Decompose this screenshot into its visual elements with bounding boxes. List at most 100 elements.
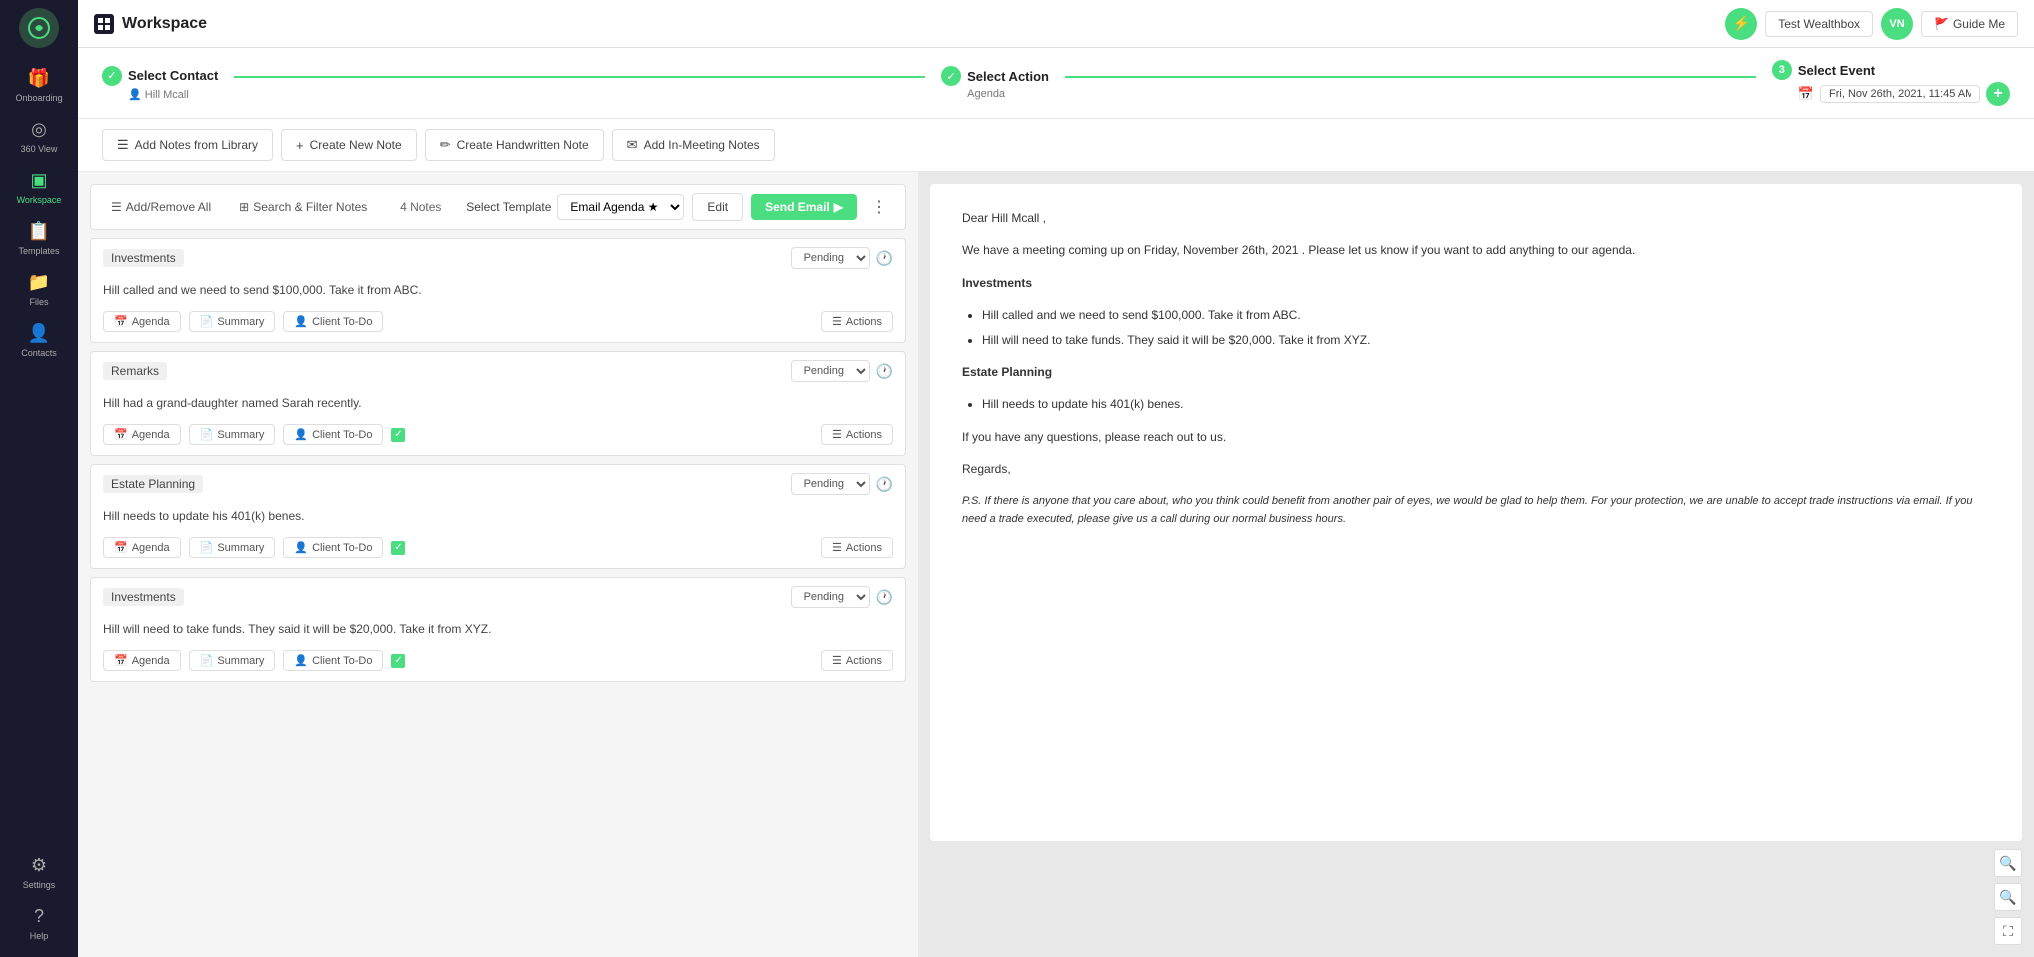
note-status-dropdown[interactable]: Pending (791, 247, 870, 269)
note-body: Hill had a grand-daughter named Sarah re… (91, 390, 905, 420)
note-status-area: Pending 🕐 (791, 360, 893, 382)
summary-label: Summary (217, 429, 264, 441)
user-avatar[interactable]: VN (1881, 8, 1913, 40)
create-new-label: Create New Note (310, 138, 402, 152)
create-handwritten-note-button[interactable]: ✏ Create Handwritten Note (425, 129, 604, 161)
clock-icon[interactable]: 🕐 (876, 476, 893, 493)
tag-summary-button[interactable]: 📄 Summary (189, 537, 276, 558)
tag-client-todo-button[interactable]: 👤 Client To-Do (283, 311, 383, 332)
tag-agenda-button[interactable]: 📅 Agenda (103, 311, 181, 332)
sidebar-item-settings[interactable]: ⚙ Settings (0, 847, 78, 898)
add-notes-library-button[interactable]: ☰ Add Notes from Library (102, 129, 273, 161)
arrow-icon: ▶ (834, 200, 843, 214)
template-select: Select Template Email Agenda ★ (466, 194, 684, 220)
test-wealthbox-button[interactable]: Test Wealthbox (1765, 11, 1873, 37)
contacts-icon: 👤 (28, 323, 50, 344)
note-status-dropdown[interactable]: Pending (791, 360, 870, 382)
fullscreen-button[interactable]: ⛶ (1994, 917, 2022, 945)
guide-me-button[interactable]: 🚩 Guide Me (1921, 11, 2018, 37)
settings-icon: ⚙ (31, 855, 47, 876)
templates-icon: 📋 (28, 221, 50, 242)
tag-agenda-button[interactable]: 📅 Agenda (103, 537, 181, 558)
sidebar-logo[interactable] (19, 8, 59, 48)
notification-avatar[interactable]: ⚡ (1725, 8, 1757, 40)
tag-summary-button[interactable]: 📄 Summary (189, 650, 276, 671)
edit-button[interactable]: Edit (692, 193, 743, 221)
add-event-button[interactable]: + (1986, 82, 2010, 106)
note-checkbox[interactable]: ✓ (391, 654, 405, 668)
sidebar-item-label: Settings (23, 880, 56, 890)
sidebar-item-templates[interactable]: 📋 Templates (0, 213, 78, 264)
user-initials: VN (1889, 18, 1904, 30)
summary-label: Summary (217, 542, 264, 554)
note-body: Hill called and we need to send $100,000… (91, 277, 905, 307)
files-icon: 📁 (28, 272, 50, 293)
add-meeting-notes-button[interactable]: ✉ Add In-Meeting Notes (612, 129, 775, 161)
create-new-note-button[interactable]: + Create New Note (281, 129, 417, 161)
step-line-1 (234, 76, 925, 78)
app-logo (94, 14, 114, 34)
sidebar-item-files[interactable]: 📁 Files (0, 264, 78, 315)
clock-icon[interactable]: 🕐 (876, 250, 893, 267)
360view-icon: ◎ (31, 119, 47, 140)
note-card-header: Investments Pending 🕐 (91, 239, 905, 277)
sidebar-item-360view[interactable]: ◎ 360 View (0, 111, 78, 162)
note-card: Investments Pending 🕐 Hill will need to … (90, 577, 906, 682)
sidebar-item-contacts[interactable]: 👤 Contacts (0, 315, 78, 366)
note-tags: 📅 Agenda 📄 Summary 👤 Client To-Do (91, 646, 905, 681)
clock-icon[interactable]: 🕐 (876, 589, 893, 606)
tag-agenda-button[interactable]: 📅 Agenda (103, 424, 181, 445)
sidebar-item-label: Onboarding (15, 93, 62, 103)
add-remove-all-button[interactable]: ☰ Add/Remove All (103, 196, 219, 218)
summary-tag-icon: 📄 (200, 315, 214, 328)
tag-summary-button[interactable]: 📄 Summary (189, 424, 276, 445)
note-card: Estate Planning Pending 🕐 Hill needs to … (90, 464, 906, 569)
send-email-button[interactable]: Send Email ▶ (751, 194, 857, 220)
sidebar-item-help[interactable]: ? Help (0, 898, 78, 949)
note-checkbox[interactable]: ✓ (391, 541, 405, 555)
note-status-dropdown[interactable]: Pending (791, 586, 870, 608)
note-card: Remarks Pending 🕐 Hill had a grand-daugh… (90, 351, 906, 456)
sidebar: 🎁 Onboarding ◎ 360 View ▣ Workspace 📋 Te… (0, 0, 78, 957)
note-tags: 📅 Agenda 📄 Summary 👤 Client To-Do (91, 533, 905, 568)
topbar-right: ⚡ Test Wealthbox VN 🚩 Guide Me (1725, 8, 2018, 40)
note-actions-button[interactable]: ☰ Actions (821, 650, 893, 671)
note-category: Estate Planning (103, 475, 203, 493)
template-dropdown[interactable]: Email Agenda ★ (557, 194, 684, 220)
zoom-out-button[interactable]: 🔍 (1994, 883, 2022, 911)
search-filter-button[interactable]: ⊞ Search & Filter Notes (231, 196, 375, 218)
step1-done-icon: ✓ (102, 66, 122, 86)
sidebar-item-onboarding[interactable]: 🎁 Onboarding (0, 60, 78, 111)
sidebar-item-workspace[interactable]: ▣ Workspace (0, 162, 78, 213)
actions-label: Actions (846, 429, 882, 441)
notes-list: Investments Pending 🕐 Hill called and we… (90, 238, 906, 945)
note-actions-button[interactable]: ☰ Actions (821, 537, 893, 558)
pencil-icon: ✏ (440, 137, 451, 153)
tag-client-todo-button[interactable]: 👤 Client To-Do (283, 650, 383, 671)
email-section2-title: Estate Planning (962, 365, 1052, 379)
note-status-dropdown[interactable]: Pending (791, 473, 870, 495)
step1-title: Select Contact (128, 68, 218, 83)
more-options-button[interactable]: ⋮ (865, 195, 893, 219)
list-item: Hill needs to update his 401(k) benes. (982, 394, 1990, 414)
tag-client-todo-button[interactable]: 👤 Client To-Do (283, 424, 383, 445)
tag-agenda-button[interactable]: 📅 Agenda (103, 650, 181, 671)
tag-client-todo-button[interactable]: 👤 Client To-Do (283, 537, 383, 558)
zoom-in-button[interactable]: 🔍 (1994, 849, 2022, 877)
tag-summary-button[interactable]: 📄 Summary (189, 311, 276, 332)
notes-panel: ☰ Add/Remove All ⊞ Search & Filter Notes… (78, 172, 918, 957)
note-category: Investments (103, 249, 184, 267)
note-actions-button[interactable]: ☰ Actions (821, 424, 893, 445)
event-date-input[interactable] (1820, 85, 1980, 103)
note-actions-button[interactable]: ☰ Actions (821, 311, 893, 332)
clock-icon[interactable]: 🕐 (876, 363, 893, 380)
note-checkbox[interactable]: ✓ (391, 428, 405, 442)
step1-contact: Hill Mcall (145, 89, 189, 101)
person-tag-icon: 👤 (294, 428, 308, 441)
notes-toolbar: ☰ Add/Remove All ⊞ Search & Filter Notes… (90, 184, 906, 230)
step-line-2 (1065, 76, 1756, 78)
email-questions: If you have any questions, please reach … (962, 427, 1990, 447)
calendar-tag-icon: 📅 (114, 541, 128, 554)
client-todo-label: Client To-Do (312, 655, 372, 667)
email-ps: P.S. If there is anyone that you care ab… (962, 492, 1990, 529)
